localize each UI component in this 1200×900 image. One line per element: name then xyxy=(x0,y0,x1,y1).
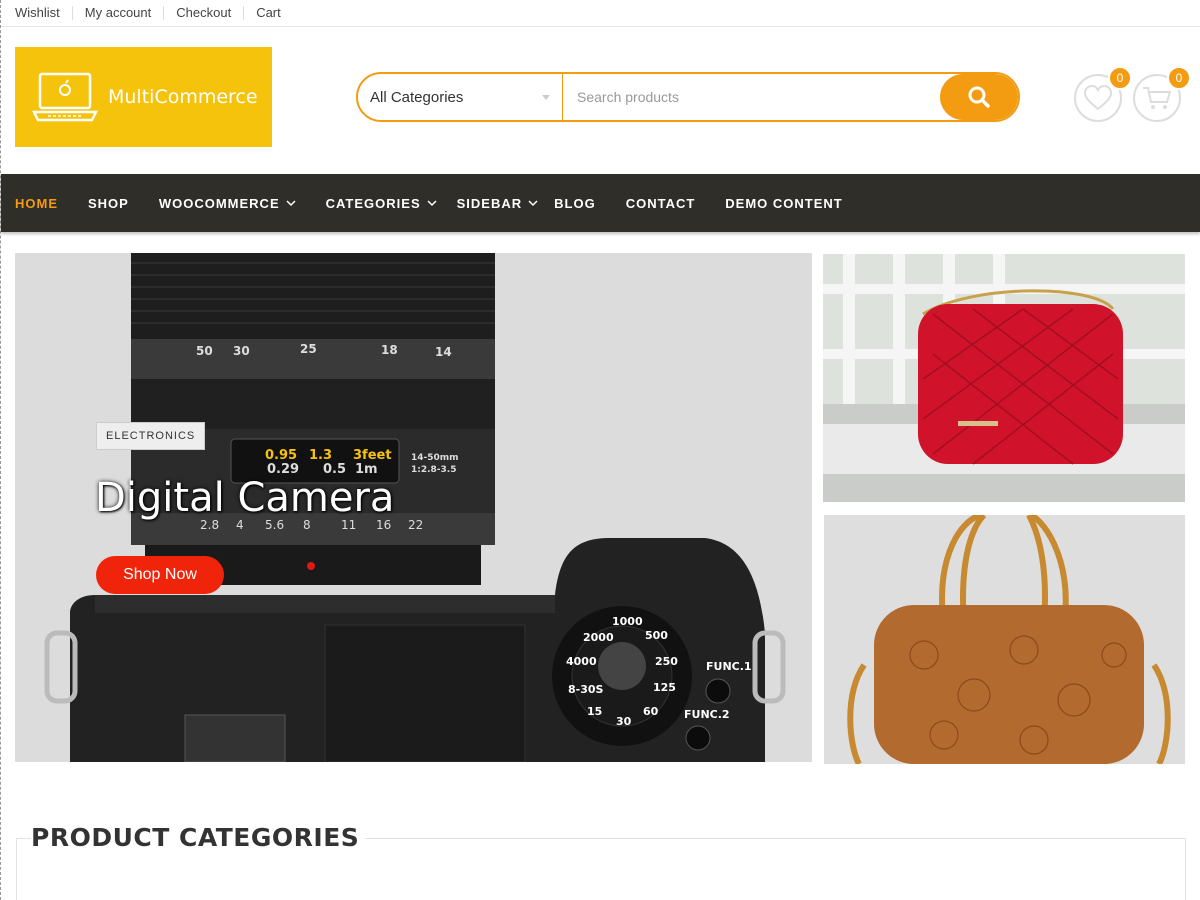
dial-value-label: 1000 xyxy=(612,615,643,628)
lens-scale-label: 18 xyxy=(381,343,398,357)
nav-item-categories[interactable]: CATEGORIES xyxy=(326,196,437,211)
wishlist-count-badge: 0 xyxy=(1108,66,1132,90)
slide-title: Digital Camera xyxy=(95,475,395,521)
dial-value-label: 500 xyxy=(645,629,668,642)
laptop-icon xyxy=(32,72,98,122)
product-categories-section: PRODUCT CATEGORIES xyxy=(16,823,1186,900)
nav-item-label: SIDEBAR xyxy=(456,195,523,211)
wishlist-button[interactable]: 0 xyxy=(1074,66,1132,122)
func-button-label: FUNC.1 xyxy=(706,660,752,673)
dial-value-label: 15 xyxy=(587,705,602,718)
func-button-label: FUNC.2 xyxy=(684,708,730,721)
topbar-link-cart[interactable]: Cart xyxy=(243,6,293,20)
nav-item-label: WOOCOMMERCE xyxy=(158,195,280,211)
nav-item-label: SHOP xyxy=(88,195,129,211)
topbar-link-checkout[interactable]: Checkout xyxy=(163,6,243,20)
dial-value-label: 2000 xyxy=(583,631,614,644)
nav-item-woocommerce[interactable]: WOOCOMMERCE xyxy=(159,196,296,211)
nav-item-label: CATEGORIES xyxy=(325,195,421,211)
hero-slide[interactable]: 50 30 25 18 14 0.95 1.3 3feet 0.29 0.5 1… xyxy=(15,253,812,762)
product-search-form: All Categories xyxy=(356,72,1020,122)
nav-item-contact[interactable]: CONTACT xyxy=(626,196,696,211)
search-input[interactable] xyxy=(563,74,940,120)
lens-scale-label: 30 xyxy=(233,344,250,358)
dial-value-label: 4000 xyxy=(566,655,597,668)
site-logo[interactable]: MultiCommerce xyxy=(15,47,272,147)
nav-item-label: HOME xyxy=(15,195,58,211)
nav-item-home[interactable]: HOME xyxy=(15,196,58,211)
distance-scale-label: 3feet xyxy=(353,448,392,463)
lens-info-label: 1:2.8-3.5 xyxy=(411,465,456,475)
dial-value-label: 60 xyxy=(643,705,659,718)
nav-item-label: CONTACT xyxy=(625,195,696,211)
heart-icon xyxy=(1084,85,1112,111)
cart-icon xyxy=(1143,87,1172,109)
nav-item-blog[interactable]: BLOG xyxy=(554,196,596,211)
lens-scale-label: 25 xyxy=(300,342,317,356)
dial-value-label: 30 xyxy=(616,715,632,728)
category-select-value: All Categories xyxy=(370,88,464,106)
search-button[interactable] xyxy=(940,74,1018,120)
main-navigation: HOME SHOP WOOCOMMERCE CATEGORIES SIDEBAR… xyxy=(1,174,1200,232)
site-header: MultiCommerce All Categories 0 0 xyxy=(1,27,1200,174)
distance-scale-label: 1.3 xyxy=(309,448,332,463)
topbar-link-my-account[interactable]: My account xyxy=(71,6,163,20)
chevron-down-icon xyxy=(286,200,296,207)
chevron-down-icon xyxy=(427,200,437,207)
lens-scale-label: 50 xyxy=(196,344,213,358)
shop-now-button[interactable]: Shop Now xyxy=(96,556,224,594)
lens-info-label: 14-50mm xyxy=(411,453,459,463)
dial-value-label: 125 xyxy=(653,681,676,694)
dial-value-label: 8-30S xyxy=(568,683,604,696)
logo-text: MultiCommerce xyxy=(108,86,258,108)
distance-scale-label: 0.95 xyxy=(265,448,297,463)
dropdown-caret-icon xyxy=(542,94,550,100)
lens-scale-label: 14 xyxy=(435,345,452,359)
nav-item-label: DEMO CONTENT xyxy=(725,195,843,211)
red-handbag-image xyxy=(823,254,1185,502)
section-title: PRODUCT CATEGORIES xyxy=(31,823,366,852)
nav-item-demo-content[interactable]: DEMO CONTENT xyxy=(725,196,842,211)
chevron-down-icon xyxy=(528,200,538,207)
promo-banner-brown-bag[interactable] xyxy=(824,515,1185,764)
nav-item-sidebar[interactable]: SIDEBAR xyxy=(457,196,539,211)
brown-handbag-image xyxy=(824,515,1185,764)
top-bar: Wishlist My account Checkout Cart xyxy=(1,0,1200,27)
cart-count-badge: 0 xyxy=(1167,66,1191,90)
cart-button[interactable]: 0 xyxy=(1133,66,1191,122)
promo-banner-red-bag[interactable] xyxy=(823,254,1185,502)
category-select[interactable]: All Categories xyxy=(358,74,563,120)
dial-value-label: 250 xyxy=(655,655,678,668)
nav-item-shop[interactable]: SHOP xyxy=(88,196,129,211)
slide-category-tag[interactable]: ELECTRONICS xyxy=(96,422,206,450)
dof-scale-label: 22 xyxy=(408,518,423,532)
nav-item-label: BLOG xyxy=(554,195,596,211)
search-icon xyxy=(968,86,990,108)
topbar-link-wishlist[interactable]: Wishlist xyxy=(15,6,72,20)
